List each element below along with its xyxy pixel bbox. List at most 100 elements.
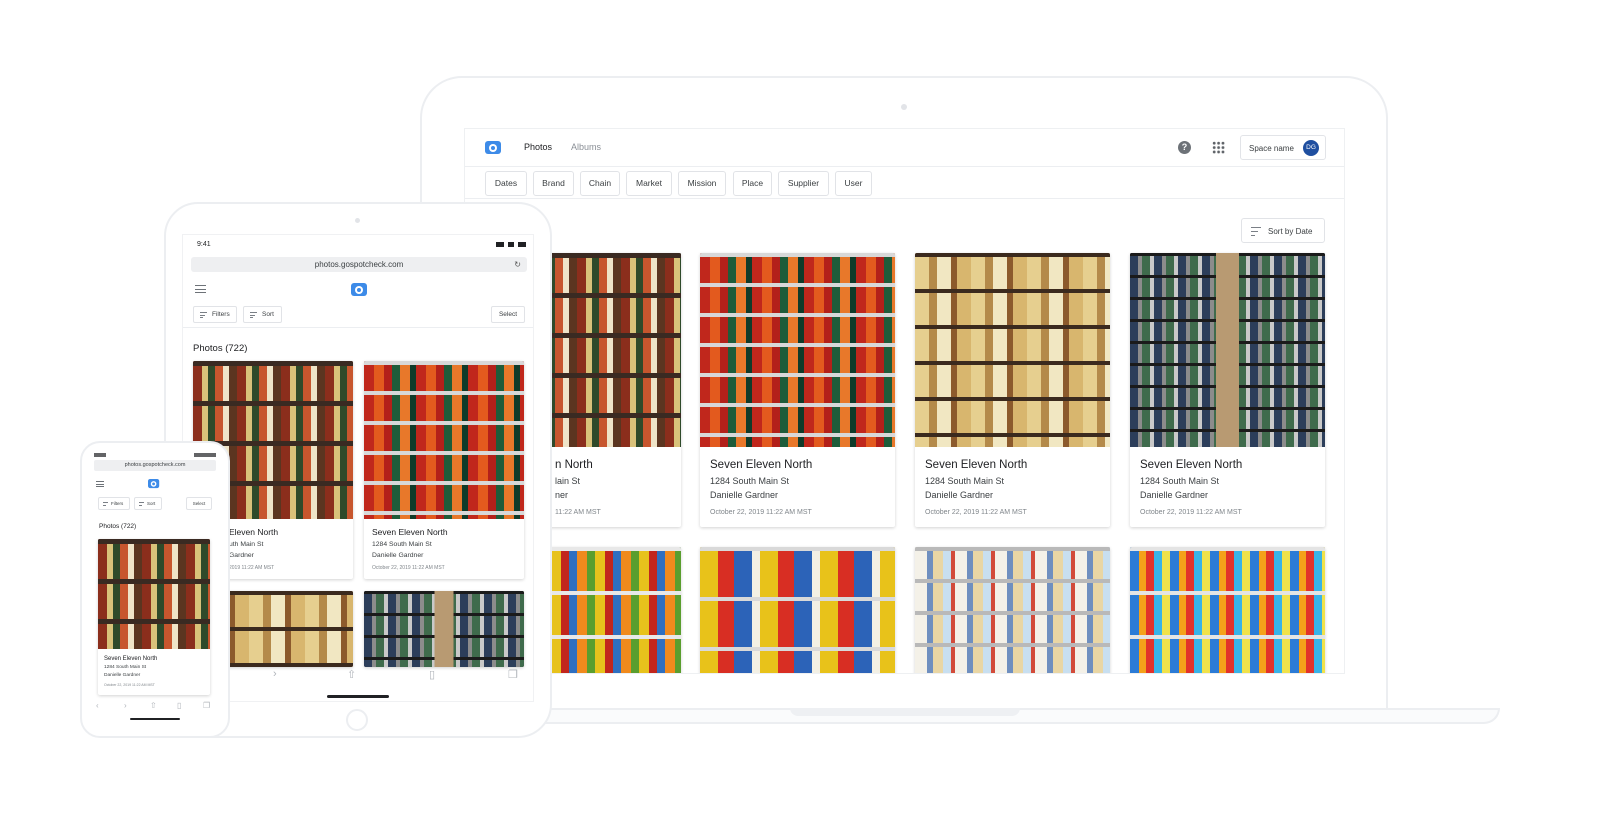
top-bar: Photos Albums ? Space name DG xyxy=(465,129,1344,167)
camera-icon[interactable] xyxy=(351,283,367,296)
tablet-screen: 9:41 photos.gospotcheck.com ↻ Filters So… xyxy=(182,234,534,702)
photo-thumbnail[interactable] xyxy=(700,253,895,447)
photo-thumbnail[interactable] xyxy=(915,253,1110,447)
card-person: Danielle Gardner xyxy=(925,490,994,500)
tablet-home-button[interactable] xyxy=(346,709,368,731)
section-title: Photos (722) xyxy=(99,523,137,530)
photo-card[interactable]: Seven Eleven North 1284 South Main St Da… xyxy=(364,361,524,579)
filters-button[interactable]: Filters xyxy=(98,497,130,510)
card-person: Danielle Gardner xyxy=(1140,490,1209,500)
filters-label: Filters xyxy=(111,501,124,506)
hamburger-menu-icon[interactable] xyxy=(195,285,206,293)
filter-user[interactable]: User xyxy=(835,171,872,196)
share-icon[interactable]: ⇧ xyxy=(347,668,356,681)
card-title: Seven Eleven North xyxy=(710,459,813,471)
help-icon[interactable]: ? xyxy=(1178,141,1191,154)
filter-bar: Dates Brand Chain Market Mission Place S… xyxy=(465,167,1344,199)
share-icon[interactable]: ⇧ xyxy=(150,701,157,710)
photo-thumbnail[interactable] xyxy=(700,547,895,673)
photo-card[interactable] xyxy=(98,539,210,695)
tabs-icon[interactable]: ❐ xyxy=(508,668,518,681)
phone-screen: photos.gospotcheck.com Filters Sort Sele… xyxy=(90,451,220,723)
filter-dates[interactable]: Dates xyxy=(485,171,527,196)
photo-card[interactable]: Seven Eleven North 1284 South Main St Da… xyxy=(915,253,1110,527)
photo-card[interactable] xyxy=(1130,547,1325,673)
filters-button[interactable]: Filters xyxy=(193,306,237,323)
tab-albums[interactable]: Albums xyxy=(571,142,601,152)
home-indicator xyxy=(130,718,180,720)
sort-button[interactable]: Sort xyxy=(243,306,282,323)
card-address: lain St xyxy=(555,476,581,486)
filter-place[interactable]: Place xyxy=(733,171,772,196)
url-bar[interactable]: photos.gospotcheck.com xyxy=(94,460,216,471)
photo-card[interactable] xyxy=(364,591,524,667)
select-button[interactable]: Select xyxy=(491,306,525,323)
url-bar[interactable]: photos.gospotcheck.com ↻ xyxy=(191,257,527,272)
status-icons xyxy=(496,242,526,247)
photo-thumbnail[interactable] xyxy=(1130,547,1325,673)
url-text: photos.gospotcheck.com xyxy=(314,260,404,269)
card-title: Seven Eleven North xyxy=(104,656,158,662)
card-title: n North xyxy=(555,459,593,471)
photo-thumbnail[interactable] xyxy=(364,361,524,519)
card-person: ner xyxy=(555,490,569,500)
photo-card[interactable]: Seven Eleven North 1284 South Main St Da… xyxy=(1130,253,1325,527)
bookmarks-icon[interactable]: ▯ xyxy=(429,668,435,681)
card-address: 1284 South Main St xyxy=(372,541,432,548)
card-title: Eleven North xyxy=(229,527,279,537)
reload-icon[interactable]: ↻ xyxy=(514,257,521,272)
sort-icon xyxy=(139,502,144,506)
sort-label: Sort by Date xyxy=(1268,227,1313,236)
filter-brand[interactable]: Brand xyxy=(533,171,574,196)
filters-label: Filters xyxy=(212,311,230,318)
space-name: Space name xyxy=(1249,144,1294,153)
select-button[interactable]: Select xyxy=(186,497,212,510)
card-address: 1284 South Main St xyxy=(710,476,790,486)
card-date: October 22, 2019 11:22 AM MST xyxy=(710,509,812,516)
sort-icon xyxy=(250,312,257,318)
sort-label: Sort xyxy=(147,501,156,506)
card-address: 1284 South Main St xyxy=(925,476,1005,486)
space-switcher[interactable]: Space name DG xyxy=(1240,135,1326,160)
forward-icon[interactable]: › xyxy=(273,668,277,680)
tab-photos[interactable]: Photos xyxy=(524,142,552,152)
filter-supplier[interactable]: Supplier xyxy=(778,171,829,196)
card-date: 2019 11:22 AM MST xyxy=(229,565,275,571)
filter-icon xyxy=(103,502,108,506)
sort-button[interactable]: Sort xyxy=(134,497,162,510)
laptop-camera xyxy=(901,104,907,110)
laptop-notch xyxy=(790,708,1020,716)
card-title: Seven Eleven North xyxy=(372,527,448,537)
card-address: 1284 South Main St xyxy=(104,665,147,670)
hamburger-menu-icon[interactable] xyxy=(96,481,104,487)
card-title: Seven Eleven North xyxy=(925,459,1028,471)
back-icon[interactable]: ‹ xyxy=(96,701,99,710)
photo-thumbnail[interactable] xyxy=(915,547,1110,673)
photo-card[interactable] xyxy=(915,547,1110,673)
sort-by-date-button[interactable]: Sort by Date xyxy=(1241,218,1325,243)
home-indicator xyxy=(327,695,389,698)
forward-icon[interactable]: › xyxy=(124,701,127,710)
toolbar: Filters Sort Select xyxy=(183,301,533,328)
photo-card[interactable] xyxy=(700,547,895,673)
card-address: uth Main St xyxy=(229,541,264,548)
photo-thumbnail[interactable] xyxy=(98,539,210,649)
tablet-camera xyxy=(355,218,360,223)
photo-thumbnail[interactable] xyxy=(1130,253,1325,447)
filter-mission[interactable]: Mission xyxy=(678,171,726,196)
camera-icon[interactable] xyxy=(148,479,160,489)
apps-grid-icon[interactable] xyxy=(1212,141,1225,154)
photo-thumbnail[interactable] xyxy=(364,591,524,667)
card-person: Danielle Gardner xyxy=(710,490,779,500)
filter-market[interactable]: Market xyxy=(626,171,672,196)
camera-icon[interactable] xyxy=(485,141,501,154)
sort-label: Sort xyxy=(262,311,274,318)
browser-toolbar: › ⇧ ▯ ❐ xyxy=(183,665,533,687)
card-person: Danielle Gardner xyxy=(372,552,424,559)
bookmarks-icon[interactable]: ▯ xyxy=(177,701,181,710)
avatar[interactable]: DG xyxy=(1303,140,1319,156)
tabs-icon[interactable]: ❐ xyxy=(203,701,210,710)
photo-card[interactable]: Seven Eleven North 1284 South Main St Da… xyxy=(700,253,895,527)
filter-chain[interactable]: Chain xyxy=(580,171,620,196)
card-address: 1284 South Main St xyxy=(1140,476,1220,486)
